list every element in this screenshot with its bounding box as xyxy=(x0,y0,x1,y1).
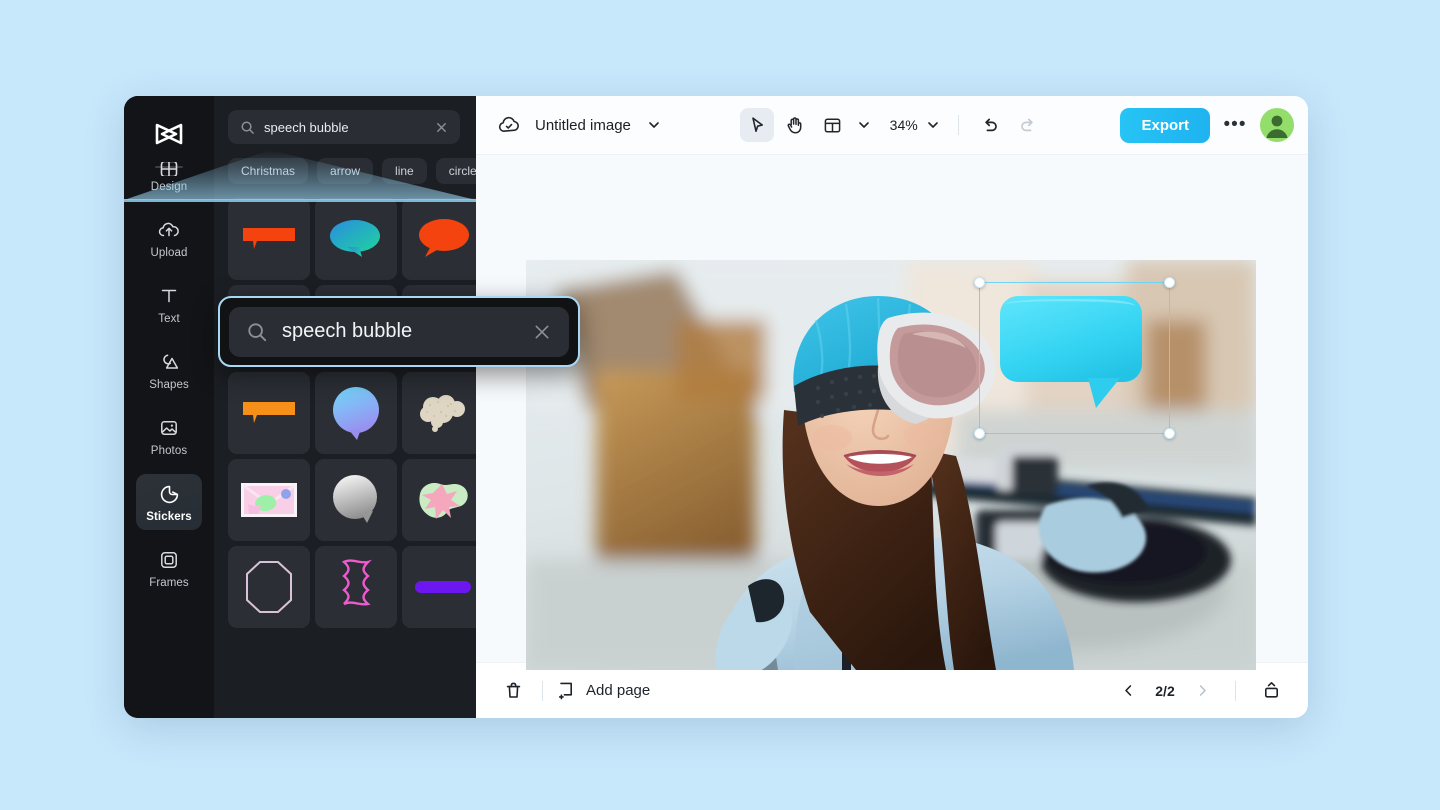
sidebar-item-stickers[interactable]: Stickers xyxy=(136,474,202,530)
sidebar-item-text[interactable]: Text xyxy=(136,276,202,332)
page-indicator: 2/2 xyxy=(1155,682,1175,699)
resize-handle-bottom-left[interactable] xyxy=(974,428,985,439)
chevron-right-icon[interactable] xyxy=(1189,678,1215,704)
app-window: Design Upload Text Shapes Photos Sticker… xyxy=(124,96,1308,718)
bottom-bar: Add page 2/2 xyxy=(476,662,1308,718)
sticker-item-purple-bar[interactable] xyxy=(402,546,476,628)
add-page-label: Add page xyxy=(586,682,651,699)
chevron-left-icon[interactable] xyxy=(1115,678,1141,704)
sticker-item-beige-textured-cloud[interactable] xyxy=(402,372,476,454)
sidebar-item-label: Frames xyxy=(149,577,189,589)
more-options-icon[interactable]: ••• xyxy=(1220,110,1250,140)
search-value: speech bubble xyxy=(264,119,349,135)
search-suggestion-chips: Christmas arrow line circle xyxy=(228,158,476,184)
chip-line[interactable]: line xyxy=(382,158,427,184)
toolbar-divider xyxy=(957,115,959,135)
sidebar-item-photos[interactable]: Photos xyxy=(136,408,202,464)
selection-frame[interactable] xyxy=(974,277,1175,439)
sticker-icon xyxy=(157,482,181,506)
add-page-icon xyxy=(557,680,577,701)
text-t-icon xyxy=(157,284,181,308)
stickers-panel: speech bubble Christmas arrow line circl… xyxy=(214,96,476,718)
capcut-logo[interactable] xyxy=(149,114,189,154)
chevron-down-icon[interactable] xyxy=(854,108,874,142)
image-icon xyxy=(157,416,181,440)
sticker-item-octagon-outline[interactable] xyxy=(228,546,310,628)
sidebar-item-label: Upload xyxy=(150,247,188,259)
chevron-down-icon[interactable] xyxy=(922,108,944,142)
search-magnifier-callout: speech bubble xyxy=(218,296,580,367)
cloud-save-icon[interactable] xyxy=(496,112,522,138)
sticker-item-teal-gradient-oval-bubble[interactable] xyxy=(315,198,397,280)
page-navigation: 2/2 xyxy=(1115,676,1286,706)
chevron-down-icon[interactable] xyxy=(644,115,664,135)
search-value-magnified: speech bubble xyxy=(282,320,413,342)
sticker-item-wavy-neon-outline[interactable] xyxy=(315,546,397,628)
add-page-button[interactable]: Add page xyxy=(557,680,650,701)
sticker-item-pink-envelope-sticker[interactable] xyxy=(228,459,310,541)
expand-pages-icon[interactable] xyxy=(1256,676,1286,706)
grid-icon xyxy=(157,162,181,176)
sidebar-item-label: Photos xyxy=(150,445,188,457)
chip-christmas[interactable]: Christmas xyxy=(228,158,309,184)
close-icon[interactable] xyxy=(435,121,448,134)
redo-icon[interactable] xyxy=(1011,108,1045,142)
sidebar-item-label: Design xyxy=(150,181,188,193)
sticker-grid xyxy=(228,198,476,628)
undo-icon[interactable] xyxy=(973,108,1007,142)
sidebar-item-shapes[interactable]: Shapes xyxy=(136,342,202,398)
top-toolbar: Untitled image 34% Export ••• xyxy=(476,96,1308,155)
canvas-area[interactable] xyxy=(476,155,1308,670)
user-avatar[interactable] xyxy=(1260,108,1294,142)
sidebar-item-label: Shapes xyxy=(149,379,189,391)
editor-area: Untitled image 34% Export ••• Add page 2… xyxy=(476,96,1308,718)
sticker-item-green-pink-splash[interactable] xyxy=(402,459,476,541)
document-title[interactable]: Untitled image xyxy=(535,117,631,134)
close-icon[interactable] xyxy=(532,322,552,342)
left-panel: Design Upload Text Shapes Photos Sticker… xyxy=(124,96,580,718)
cursor-arrow-icon[interactable] xyxy=(739,108,774,142)
bottom-divider xyxy=(542,680,543,701)
sticker-item-red-rectangle-bubble[interactable] xyxy=(228,198,310,280)
sticker-item-blue-purple-round-bubble[interactable] xyxy=(315,372,397,454)
sidebar-rail: Design Upload Text Shapes Photos Sticker… xyxy=(124,96,214,718)
resize-handle-top-right[interactable] xyxy=(1164,277,1175,288)
sticker-item-orange-rectangle-bubble[interactable] xyxy=(228,372,310,454)
sidebar-item-label: Text xyxy=(158,313,180,325)
sidebar-item-upload[interactable]: Upload xyxy=(136,210,202,266)
chip-arrow[interactable]: arrow xyxy=(317,158,374,184)
sticker-item-orange-oval-bubble[interactable] xyxy=(402,198,476,280)
search-icon xyxy=(240,120,255,135)
bottom-divider xyxy=(1235,680,1236,701)
upload-cloud-icon xyxy=(157,218,181,242)
chip-circle[interactable]: circle xyxy=(435,158,476,184)
search-icon xyxy=(246,321,268,343)
export-button[interactable]: Export xyxy=(1120,107,1210,143)
hand-icon[interactable] xyxy=(778,108,812,142)
frame-icon xyxy=(157,548,181,572)
search-input-magnified[interactable]: speech bubble xyxy=(229,306,569,357)
search-input[interactable]: speech bubble xyxy=(228,110,460,144)
resize-handle-bottom-right[interactable] xyxy=(1164,428,1175,439)
sidebar-item-design[interactable]: Design xyxy=(136,162,202,200)
trash-icon[interactable] xyxy=(498,676,528,706)
resize-handle-top-left[interactable] xyxy=(974,277,985,288)
zoom-level[interactable]: 34% xyxy=(890,117,918,133)
sidebar-item-frames[interactable]: Frames xyxy=(136,540,202,596)
sticker-item-grey-gradient-bubble[interactable] xyxy=(315,459,397,541)
layout-grid-icon[interactable] xyxy=(816,108,850,142)
sidebar-item-label: Stickers xyxy=(146,511,192,523)
shapes-icon xyxy=(157,350,181,374)
